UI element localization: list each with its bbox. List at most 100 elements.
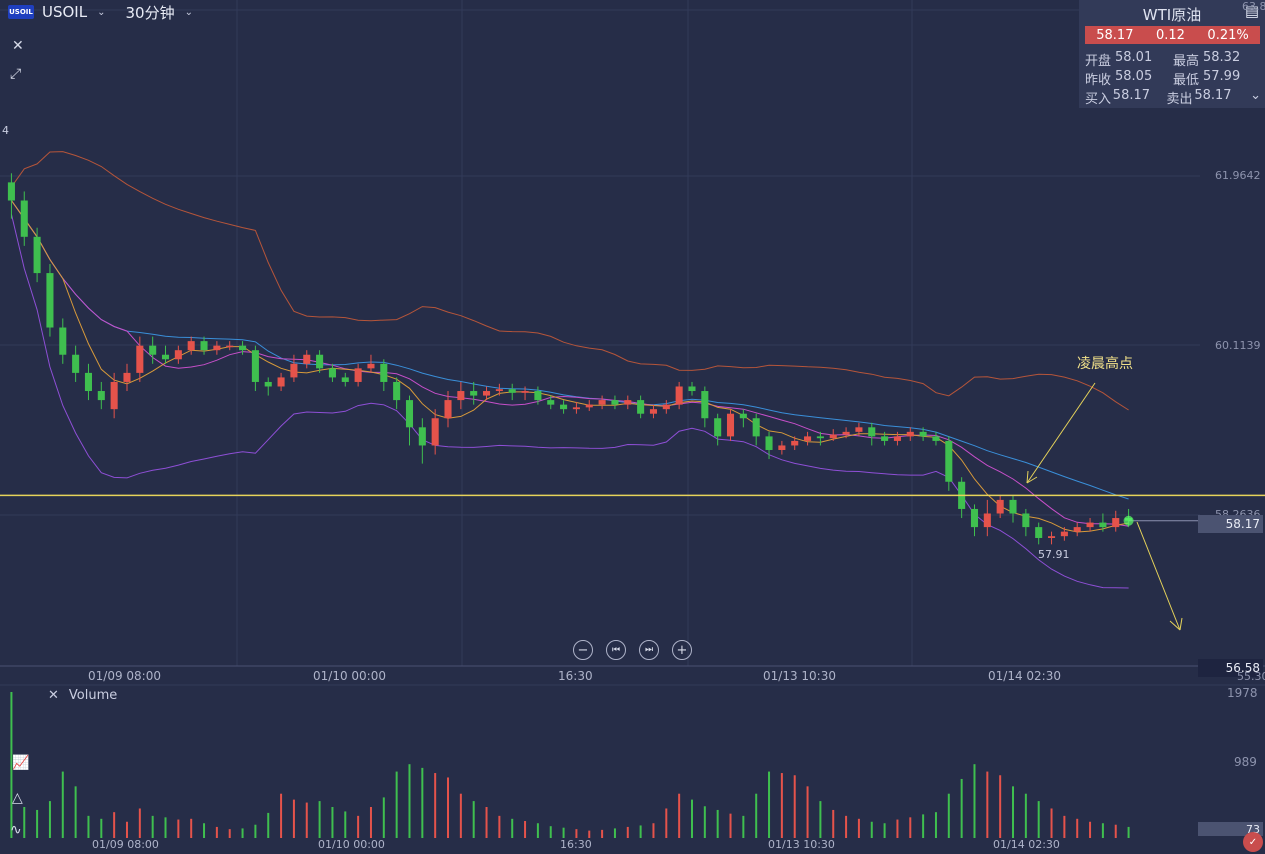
candle-body	[752, 418, 760, 437]
candle-body	[72, 354, 80, 373]
price-change-pct: 0.21%	[1207, 27, 1249, 43]
quote-row: 买入 58.17 卖出 58.17 ⌄	[1085, 88, 1261, 107]
quote-value: 58.17	[1112, 88, 1151, 103]
volume-bar	[639, 825, 642, 838]
volume-bar	[806, 786, 809, 838]
volume-bar	[524, 821, 527, 838]
scroll-end-button[interactable]: ⏭	[639, 640, 659, 660]
volume-bar	[74, 786, 77, 838]
drawing-tool-icon[interactable]: △	[12, 790, 23, 806]
forecast-arrow	[1136, 521, 1181, 631]
symbol-toolbar: USOIL USOIL ⌄ 30分钟 ⌄	[0, 0, 193, 24]
candle-body	[932, 436, 940, 441]
volume-bar	[305, 802, 308, 838]
volume-bar	[292, 799, 295, 838]
x-tick-label: 01/13 10:30	[768, 838, 835, 851]
ma20-line	[10, 200, 1129, 500]
volume-bar	[832, 809, 835, 838]
candle	[328, 363, 336, 382]
candle	[714, 413, 722, 446]
price-chart[interactable]	[0, 0, 1265, 854]
candle-body	[637, 400, 645, 414]
quote-bar: 58.17 0.12 0.21%	[1085, 26, 1260, 44]
x-tick-label: 01/14 02:30	[988, 669, 1061, 683]
chevron-down-icon[interactable]: ⌄	[97, 7, 105, 18]
volume-bar	[652, 823, 655, 838]
chart-stage: USOIL USOIL ⌄ 30分钟 ⌄ ✕ ⤢ 4 WTI原油 ▤ 58.17…	[0, 0, 1265, 854]
candle	[97, 381, 105, 410]
candle	[508, 383, 516, 401]
volume-bar	[575, 829, 578, 838]
scroll-start-button[interactable]: ⏮	[606, 640, 626, 660]
candle	[970, 504, 979, 537]
candle	[598, 395, 606, 410]
volume-bar	[1127, 826, 1130, 838]
chevron-down-icon[interactable]: ⌄	[1250, 88, 1261, 107]
candle	[662, 400, 670, 414]
candle-body	[84, 372, 92, 392]
candle-body	[560, 404, 568, 410]
volume-bar	[588, 830, 591, 838]
candle	[264, 377, 272, 396]
candle-body	[1048, 536, 1056, 538]
close-icon[interactable]: ✕	[12, 38, 24, 54]
zoom-out-button[interactable]: −	[573, 640, 593, 660]
volume-bar	[280, 793, 283, 838]
symbol-selector[interactable]: USOIL	[42, 3, 87, 21]
candle	[457, 381, 465, 410]
alert-icon[interactable]: ✓	[1243, 832, 1263, 852]
collapse-icon[interactable]: ⤢	[10, 66, 21, 82]
volume-bar	[973, 764, 976, 838]
interval-selector[interactable]: 30分钟	[125, 2, 174, 23]
candle-body	[842, 431, 850, 435]
candle-body	[7, 182, 15, 201]
chevron-down-icon[interactable]: ⌄	[185, 7, 193, 18]
zoom-in-button[interactable]: +	[672, 640, 692, 660]
wave-icon[interactable]: ∿	[10, 822, 22, 838]
candle	[341, 372, 349, 387]
volume-bar	[138, 808, 141, 838]
candle-body	[1035, 527, 1043, 538]
volume-bar	[100, 818, 103, 838]
ma10-line	[10, 200, 1129, 527]
candle-body	[33, 236, 41, 274]
candle-body	[970, 508, 979, 528]
candle	[213, 341, 221, 355]
candle	[1060, 527, 1068, 541]
candle	[675, 381, 683, 410]
volume-bar	[318, 801, 321, 838]
price-change: 0.12	[1155, 27, 1185, 43]
quote-key: 最高	[1173, 54, 1200, 69]
candle	[726, 409, 735, 441]
candle	[7, 173, 15, 219]
quote-key: 最低	[1173, 73, 1200, 88]
candle	[778, 440, 786, 455]
candle-body	[367, 363, 375, 369]
quote-key: 卖出	[1166, 92, 1193, 107]
volume-bar	[870, 821, 873, 838]
close-icon[interactable]: ✕	[48, 688, 59, 703]
volume-bar	[190, 818, 193, 838]
candle-body	[868, 427, 876, 437]
y-tick-label: 61.9642	[1215, 169, 1261, 182]
candle-body	[251, 350, 259, 382]
x-tick-label: 01/09 08:00	[92, 838, 159, 851]
candle	[1009, 495, 1017, 523]
candle-body	[1086, 522, 1094, 528]
candle-body	[46, 273, 54, 328]
volume-bar	[601, 829, 604, 838]
volume-bar	[678, 793, 681, 838]
quote-value: 58.05	[1115, 69, 1153, 84]
volume-bar	[485, 806, 488, 838]
candle	[739, 409, 747, 428]
candle	[1048, 531, 1056, 545]
indicator-icon[interactable]: 📈	[12, 755, 29, 771]
candle-body	[893, 436, 901, 441]
volume-bar	[549, 826, 552, 838]
candle-body	[393, 381, 401, 401]
candle	[303, 350, 311, 369]
candle-body	[303, 354, 311, 364]
candle-body	[264, 381, 272, 387]
volume-bar	[562, 827, 565, 838]
volume-bar	[999, 775, 1002, 838]
